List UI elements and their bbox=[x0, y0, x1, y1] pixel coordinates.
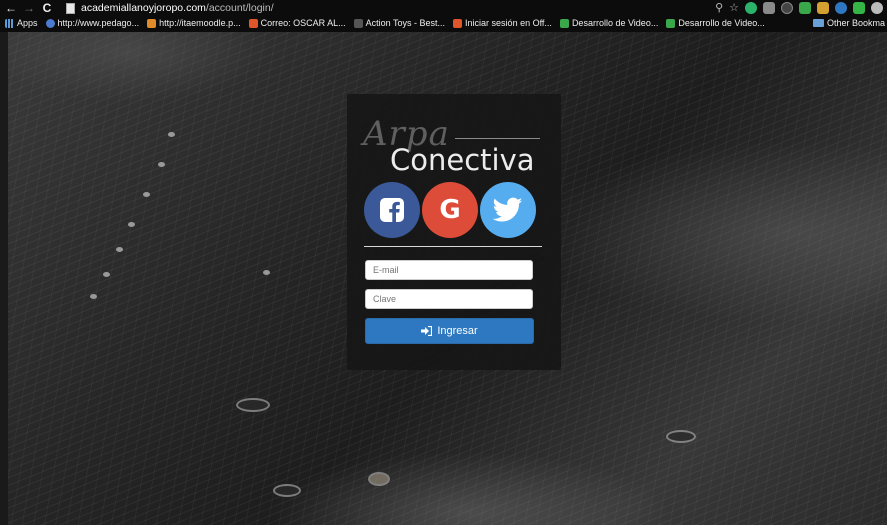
google-login-button[interactable]: G bbox=[422, 182, 478, 238]
extension-icon[interactable] bbox=[835, 1, 847, 14]
bookmark-item[interactable]: http://www.pedago... bbox=[45, 18, 139, 28]
folder-icon bbox=[812, 19, 824, 27]
google-icon: G bbox=[439, 195, 461, 225]
back-arrow-icon[interactable]: ← bbox=[4, 1, 18, 15]
divider bbox=[364, 246, 542, 247]
bookmark-item[interactable]: Desarrollo de Video... bbox=[559, 18, 658, 28]
extension-icon[interactable] bbox=[799, 1, 811, 14]
extension-icon[interactable] bbox=[871, 1, 883, 14]
bookmark-favicon bbox=[453, 18, 463, 28]
bookmark-favicon bbox=[666, 18, 676, 28]
url-host: academiallanoyjoropo.com bbox=[81, 2, 206, 14]
harp-peg bbox=[103, 272, 110, 277]
page-icon bbox=[66, 2, 75, 14]
bookmark-favicon bbox=[147, 18, 157, 28]
bookmark-item[interactable]: Action Toys - Best... bbox=[353, 18, 445, 28]
extension-icon[interactable] bbox=[781, 1, 793, 14]
star-icon[interactable]: ☆ bbox=[729, 1, 739, 14]
facebook-login-button[interactable] bbox=[364, 182, 420, 238]
password-field[interactable] bbox=[365, 289, 533, 309]
bookmark-favicon bbox=[45, 18, 55, 28]
harp-peg bbox=[143, 192, 150, 197]
login-submit-button[interactable]: Ingresar bbox=[365, 318, 534, 344]
browser-toolbar: ← → C academiallanoyjoropo.com/account/l… bbox=[0, 0, 887, 16]
harp-tuning-ring bbox=[368, 472, 390, 486]
extension-icon[interactable] bbox=[763, 1, 775, 14]
bookmark-favicon bbox=[248, 18, 258, 28]
bookmark-item[interactable]: http://itaemoodle.p... bbox=[147, 18, 241, 28]
extension-icon[interactable] bbox=[853, 1, 865, 14]
harp-peg bbox=[128, 222, 135, 227]
page-edge bbox=[0, 32, 8, 525]
logo-title: Conectiva bbox=[390, 143, 535, 177]
login-submit-label: Ingresar bbox=[437, 325, 478, 337]
bookmarks-bar: Apps http://www.pedago... http://itaemoo… bbox=[0, 16, 887, 30]
forward-arrow-icon[interactable]: → bbox=[22, 1, 36, 15]
extension-icon[interactable] bbox=[817, 1, 829, 14]
twitter-login-button[interactable] bbox=[480, 182, 536, 238]
bookmark-apps[interactable]: Apps bbox=[5, 18, 38, 28]
reload-icon[interactable]: C bbox=[40, 1, 54, 15]
facebook-icon bbox=[380, 198, 404, 222]
twitter-bird-icon bbox=[493, 197, 523, 222]
harp-peg bbox=[158, 162, 165, 167]
apps-grid-icon bbox=[5, 18, 14, 28]
bookmark-favicon bbox=[559, 18, 569, 28]
bookmark-item[interactable]: Correo: OSCAR AL... bbox=[248, 18, 346, 28]
extension-icons: ⚲ ☆ bbox=[715, 1, 883, 14]
bookmark-item[interactable]: Desarrollo de Video... bbox=[666, 18, 765, 28]
bookmark-favicon bbox=[353, 18, 363, 28]
harp-tuning-ring bbox=[236, 398, 270, 412]
extension-icon[interactable] bbox=[745, 1, 757, 14]
harp-peg bbox=[116, 247, 123, 252]
other-bookmarks[interactable]: Other Bookma bbox=[804, 16, 887, 30]
bookmark-item[interactable]: Iniciar sesión en Off... bbox=[453, 18, 552, 28]
harp-tuning-ring bbox=[666, 430, 696, 443]
sign-in-icon bbox=[421, 326, 433, 336]
login-card: Arpa Conectiva G Ingresar bbox=[347, 94, 561, 370]
harp-peg bbox=[90, 294, 97, 299]
email-field[interactable] bbox=[365, 260, 533, 280]
harp-tuning-ring bbox=[273, 484, 301, 497]
harp-peg bbox=[168, 132, 175, 137]
url-path: /account/login/ bbox=[205, 2, 274, 14]
logo-underline bbox=[455, 138, 540, 139]
browser-chrome: ← → C academiallanoyjoropo.com/account/l… bbox=[0, 0, 887, 32]
harp-peg bbox=[263, 270, 270, 275]
zoom-icon[interactable]: ⚲ bbox=[715, 1, 723, 14]
